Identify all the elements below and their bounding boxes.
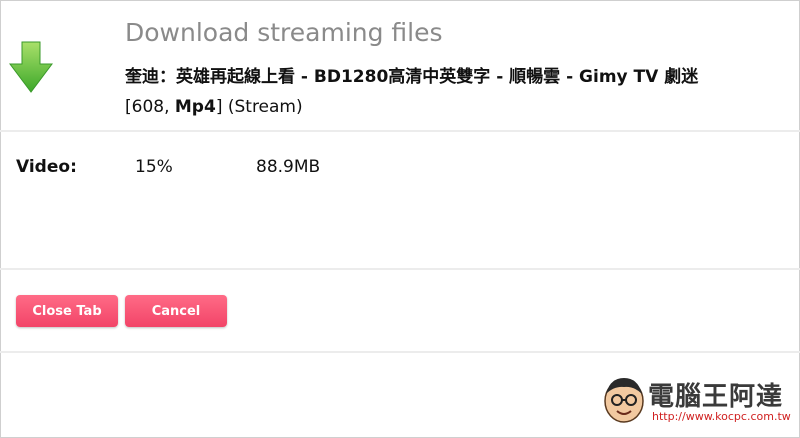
watermark-name: 電腦王阿達 [648,382,784,412]
stream-format: Mp4 [174,97,216,117]
download-arrow-icon [9,41,53,93]
divider-top [0,130,800,132]
watermark: 電腦王阿達 http://www.kocpc.com.tw [600,372,791,428]
dialog-title: Download streaming files [125,18,443,47]
mascot-face-icon [604,378,644,423]
dialog-header: Download streaming files 奎迪：英雄再起線上看 - BD… [0,0,800,131]
stream-info: [608, Mp4] (Stream) [125,97,303,117]
progress-percent: 15% [135,157,173,177]
watermark-url: http://www.kocpc.com.tw [652,410,791,423]
stream-type: ] (Stream) [215,97,303,117]
progress-label: Video: [16,157,77,177]
video-title: 奎迪：英雄再起線上看 - BD1280高清中英雙字 - 順暢雲 - Gimy T… [125,67,699,87]
close-tab-button[interactable]: Close Tab [16,295,118,327]
divider-bottom [0,351,800,353]
stream-resolution: [608, [125,97,175,117]
cancel-button[interactable]: Cancel [125,295,227,327]
divider-middle [0,268,800,270]
downloaded-size: 88.9MB [256,157,321,177]
